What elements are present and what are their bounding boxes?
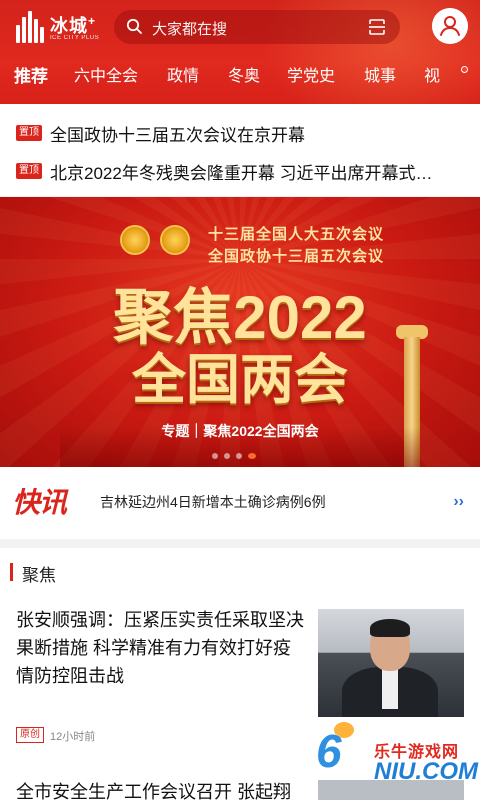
channel-tabs: 推荐 六中全会 政情 冬奥 学党史 城事 视	[0, 58, 480, 92]
pinned-news: 置顶 全国政协十三届五次会议在京开幕 置顶 北京2022年冬残奥会隆重开幕 习近…	[0, 104, 480, 196]
tab-politics[interactable]: 政情	[167, 62, 199, 86]
section-accent-bar	[10, 563, 13, 581]
national-emblem-icon	[120, 225, 150, 255]
flash-news-logo: 快讯	[12, 487, 67, 518]
carousel-dot-active[interactable]	[248, 453, 256, 459]
banner-subtitle-1: 十三届全国人大五次会议	[208, 226, 385, 243]
article-time: 12小时前	[50, 731, 96, 743]
cppcc-emblem-icon	[160, 225, 190, 255]
banner-subtitle-2: 全国政协十三届五次会议	[208, 248, 385, 265]
watermark-logo: 6	[316, 725, 342, 777]
tab-winter-olympics[interactable]: 冬奥	[228, 62, 260, 86]
chevron-right-icon[interactable]: ››	[453, 493, 464, 511]
app-header: 冰城+ ICE CITY PLUS 大家都在搜 推荐 六中全会 政情 冬奥 学党…	[0, 0, 480, 104]
carousel-dot[interactable]	[236, 453, 242, 459]
scan-icon[interactable]	[368, 18, 386, 36]
user-profile-icon[interactable]	[432, 8, 468, 44]
tab-sixth-plenum[interactable]: 六中全会	[74, 62, 138, 86]
pinned-badge: 置顶	[16, 125, 42, 141]
section-title: 聚焦	[22, 566, 56, 585]
tab-party-history[interactable]: 学党史	[287, 62, 335, 86]
search-icon	[126, 18, 142, 34]
flash-news-text[interactable]: 吉林延边州4日新增本土确诊病例6例	[100, 492, 326, 512]
pinned-title: 北京2022年冬残奥会隆重开幕 习近平出席开幕式…	[50, 164, 433, 183]
search-placeholder: 大家都在搜	[152, 21, 228, 38]
pinned-title: 全国政协十三届五次会议在京开幕	[50, 126, 305, 145]
tab-more-dot[interactable]	[461, 66, 468, 73]
watermark-domain: NIU.COM	[374, 758, 478, 785]
pinned-badge: 置顶	[16, 163, 42, 179]
banner-caption: 专题｜聚焦2022全国两会	[161, 423, 319, 439]
carousel-dot[interactable]	[224, 453, 230, 459]
logo-subtitle: ICE CITY PLUS	[50, 35, 100, 41]
article-title[interactable]: 张安顺强调：压紧压实责任采取坚决果断措施 科学精准有力有效打好疫情防控阻击战	[16, 606, 308, 690]
logo-mark-icon	[16, 11, 46, 43]
search-bar[interactable]: 大家都在搜	[114, 10, 400, 44]
original-badge: 原创	[16, 727, 44, 743]
tab-video[interactable]: 视	[424, 62, 440, 86]
carousel-dot[interactable]	[212, 453, 218, 459]
tab-city[interactable]: 城事	[364, 62, 396, 86]
site-watermark: 6 乐牛游戏网 NIU.COM	[312, 718, 480, 800]
article-thumbnail[interactable]	[318, 609, 464, 717]
article-title[interactable]: 全市安全生产工作会议召开 张起翔	[16, 778, 308, 800]
pinned-item[interactable]: 置顶 全国政协十三届五次会议在京开幕	[16, 118, 466, 148]
carousel-indicator	[212, 453, 272, 459]
pinned-item[interactable]: 置顶 北京2022年冬残奥会隆重开幕 习近平出席开幕式…	[16, 156, 466, 186]
tab-recommend[interactable]: 推荐	[14, 62, 48, 87]
topic-banner[interactable]: 十三届全国人大五次会议 全国政协十三届五次会议 聚焦2022 全国两会 专题｜聚…	[0, 197, 480, 467]
app-logo[interactable]: 冰城+ ICE CITY PLUS	[14, 8, 106, 48]
flash-news-bar[interactable]: 快讯 吉林延边州4日新增本土确诊病例6例 ››	[0, 467, 480, 539]
